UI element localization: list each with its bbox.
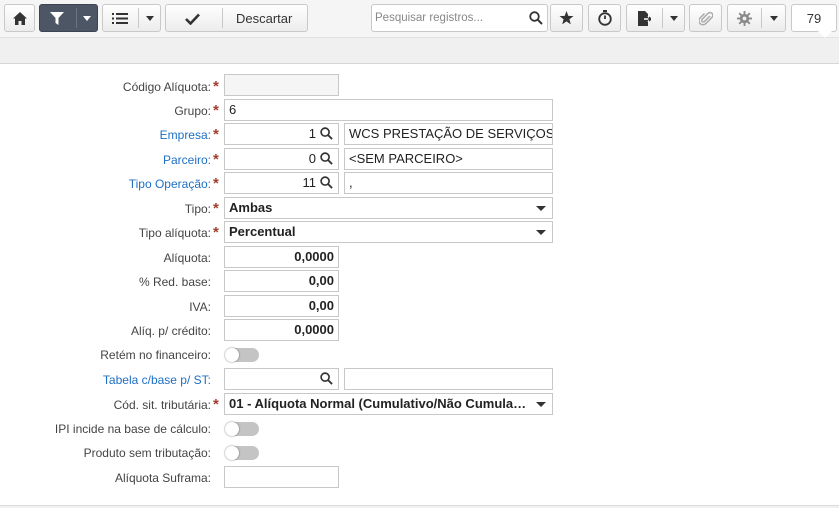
red-base-label: % Red. base: <box>138 275 211 289</box>
chevron-down-icon <box>536 230 546 235</box>
empresa-code-field[interactable]: 1 <box>224 123 339 145</box>
record-counter: 79 <box>791 4 837 32</box>
settings-dropdown-icon[interactable] <box>770 16 778 21</box>
parceiro-description-field[interactable]: <SEM PARCEIRO> <box>344 148 553 170</box>
list-icon <box>112 13 128 24</box>
tipo-aliquota-label: Tipo alíquota: <box>138 226 211 240</box>
export-button[interactable] <box>638 11 653 29</box>
produto-sem-trib-label: Produto sem tributação: <box>83 446 211 460</box>
aliquota-field[interactable]: 0,0000 <box>224 246 339 268</box>
home-button[interactable] <box>4 4 35 32</box>
produto-sem-trib-toggle[interactable] <box>225 446 259 460</box>
retem-financeiro-toggle[interactable] <box>225 348 259 362</box>
export-button-group[interactable] <box>626 4 685 32</box>
tabela-st-code-field[interactable] <box>224 368 339 390</box>
required-mark: * <box>213 396 219 413</box>
ipi-incide-label: IPI incide na base de cálculo: <box>54 422 211 436</box>
red-base-field[interactable]: 0,00 <box>224 270 339 292</box>
toggle-knob <box>225 446 239 460</box>
cod-sit-trib-value: 01 - Alíquota Normal (Cumulativo/Não Cum… <box>229 396 530 411</box>
empresa-code: 1 <box>308 126 316 141</box>
parceiro-code-field[interactable]: 0 <box>224 148 339 170</box>
cod-sit-trib-select[interactable]: 01 - Alíquota Normal (Cumulativo/Não Cum… <box>224 393 553 415</box>
settings-button[interactable] <box>737 11 752 29</box>
timer-button[interactable] <box>588 4 621 32</box>
codigo-label: Código Alíquota: <box>122 80 211 94</box>
gear-icon <box>737 11 752 26</box>
check-icon <box>185 13 200 26</box>
search-icon[interactable] <box>320 152 333 165</box>
discard-button[interactable]: Descartar <box>236 11 292 26</box>
tipo-operacao-description-field[interactable]: , <box>344 172 553 194</box>
search-box <box>371 4 548 32</box>
tipo-select[interactable]: Ambas <box>224 197 553 219</box>
tipo-label: Tipo: <box>184 202 211 216</box>
filter-button-group[interactable] <box>39 4 98 32</box>
toolbar: Descartar 79 <box>0 0 839 38</box>
required-mark: * <box>213 200 219 217</box>
stopwatch-icon <box>597 10 612 26</box>
tipo-operacao-code: 11 <box>302 175 317 190</box>
parceiro-code: 0 <box>308 151 316 166</box>
attachment-button[interactable] <box>689 4 722 32</box>
tipo-value: Ambas <box>229 200 273 215</box>
cod-sit-trib-label: Cód. sit. tributária: <box>113 398 211 412</box>
favorite-button[interactable] <box>550 4 583 32</box>
search-icon[interactable] <box>320 127 333 140</box>
tipo-operacao-code-field[interactable]: 11 <box>224 172 339 194</box>
codigo-field[interactable] <box>224 74 339 96</box>
search-input[interactable] <box>375 8 525 28</box>
tipo-aliquota-select[interactable]: Percentual <box>224 221 553 243</box>
toggle-knob <box>225 348 239 362</box>
search-icon[interactable] <box>320 372 333 385</box>
search-icon <box>529 11 543 25</box>
empresa-label[interactable]: Empresa: <box>160 128 211 142</box>
iva-field[interactable]: 0,00 <box>224 295 339 317</box>
tipo-aliquota-value: Percentual <box>229 224 296 239</box>
retem-financeiro-label: Retém no financeiro: <box>100 348 211 362</box>
chevron-down-icon <box>536 402 546 407</box>
filter-button[interactable] <box>50 12 64 28</box>
search-button[interactable] <box>529 11 543 28</box>
settings-button-group[interactable] <box>727 4 786 32</box>
aliquota-suframa-label: Alíquota Suframa: <box>114 471 211 485</box>
home-icon <box>12 11 27 25</box>
file-export-icon <box>638 11 653 26</box>
list-view-button-group[interactable] <box>102 4 161 32</box>
parceiro-label[interactable]: Parceiro: <box>163 153 211 167</box>
iva-label: IVA: <box>189 300 211 314</box>
aliq-credito-field[interactable]: 0,0000 <box>224 319 339 341</box>
save-button[interactable] <box>185 13 200 28</box>
save-discard-group: Descartar <box>165 4 308 32</box>
required-mark: * <box>213 102 219 119</box>
list-view-dropdown-icon[interactable] <box>146 16 154 21</box>
aliquota-suframa-field[interactable] <box>224 466 339 488</box>
counter-notch <box>818 31 832 38</box>
required-mark: * <box>213 151 219 168</box>
aliq-credito-label: Alíq. p/ crédito: <box>130 324 211 338</box>
required-mark: * <box>213 78 219 95</box>
tabela-st-label[interactable]: Tabela c/base p/ ST: <box>103 373 211 387</box>
aliquota-label: Alíquota: <box>163 251 211 265</box>
grupo-field[interactable]: 6 <box>224 99 553 121</box>
chevron-down-icon <box>536 206 546 211</box>
toggle-knob <box>225 422 239 436</box>
subbar <box>0 38 839 64</box>
filter-icon <box>50 12 64 25</box>
list-view-button[interactable] <box>112 13 128 27</box>
paperclip-icon <box>698 11 713 26</box>
required-mark: * <box>213 224 219 241</box>
export-dropdown-icon[interactable] <box>670 16 678 21</box>
grupo-label: Grupo: <box>174 104 211 118</box>
tipo-operacao-label[interactable]: Tipo Operação: <box>129 177 211 191</box>
required-mark: * <box>213 175 219 192</box>
star-icon <box>559 11 574 25</box>
tabela-st-description-field[interactable] <box>344 368 553 390</box>
required-mark: * <box>213 126 219 143</box>
ipi-incide-toggle[interactable] <box>225 422 259 436</box>
search-icon[interactable] <box>320 176 333 189</box>
filter-dropdown-icon[interactable] <box>83 16 91 21</box>
empresa-description-field[interactable]: WCS PRESTAÇÃO DE SERVIÇOS <box>344 123 553 145</box>
